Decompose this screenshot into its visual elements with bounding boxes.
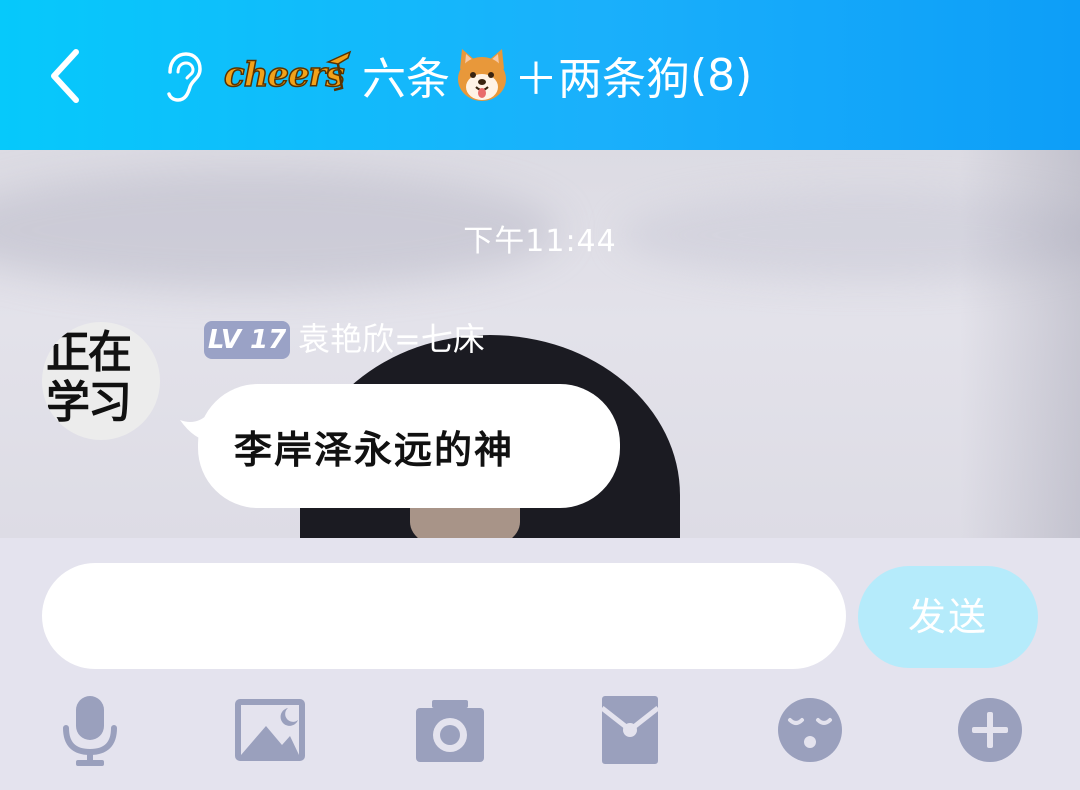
cheers-logo: cheers (223, 50, 352, 96)
message-text: 李岸泽永远的神 (234, 426, 515, 472)
avatar[interactable]: 正在学习 (42, 322, 160, 440)
level-badge: LV 17 (204, 321, 290, 359)
voice-button[interactable] (50, 690, 130, 770)
chat-area: 下午11:44 正在学习 LV 17 袁艳欣=七床 李岸泽永远的神 (0, 150, 1080, 538)
background-shade (960, 150, 1080, 538)
chat-title: 六条 ＋两条狗 (8) (362, 44, 752, 106)
red-packet-icon (600, 696, 660, 764)
message-timestamp: 下午11:44 (463, 224, 617, 259)
microphone-icon (63, 696, 117, 766)
avatar-text: 正在学习 (46, 327, 132, 428)
chevron-left-icon (51, 49, 79, 103)
camera-button[interactable] (410, 690, 490, 770)
image-button[interactable] (230, 690, 310, 770)
back-button[interactable] (36, 40, 96, 110)
svg-text:cheers: cheers (224, 55, 345, 95)
emoji-icon (778, 698, 842, 762)
red-packet-button[interactable] (590, 690, 670, 770)
sender-name[interactable]: 袁艳欣=七床 (298, 318, 485, 360)
plus-icon (958, 698, 1022, 762)
member-count: (8) (690, 49, 753, 101)
ear-icon[interactable] (158, 50, 204, 104)
message-bubble[interactable]: 李岸泽永远的神 (198, 384, 620, 508)
send-button[interactable]: 发送 (858, 566, 1038, 668)
title-middle: ＋两条狗 (514, 54, 690, 105)
image-icon (235, 699, 305, 761)
more-button[interactable] (950, 690, 1030, 770)
input-bar: 发送 (0, 538, 1080, 790)
dog-emoji-icon (458, 49, 506, 101)
camera-icon (416, 700, 484, 762)
title-prefix: 六条 (362, 54, 450, 105)
emoji-button[interactable] (770, 690, 850, 770)
chat-header: cheers 六条 ＋两条狗 (8) (0, 0, 1080, 150)
message-input[interactable] (42, 563, 846, 669)
